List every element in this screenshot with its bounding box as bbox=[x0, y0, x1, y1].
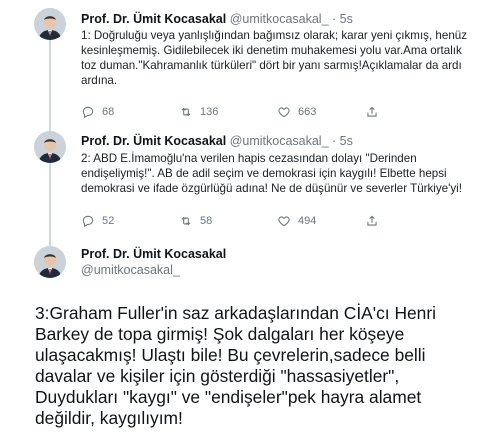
tweet-actions: 68 136 663 bbox=[81, 104, 381, 120]
heart-icon bbox=[278, 216, 290, 227]
like-button[interactable]: 494 bbox=[277, 213, 316, 229]
avatar[interactable] bbox=[34, 131, 66, 163]
separator-dot: · bbox=[332, 12, 337, 26]
tweet[interactable]: Prof. Dr. Ümit Kocasakal @umitkocasakal_… bbox=[0, 0, 500, 124]
text-line: toz duman."Kahramanlık türküleri" dört b… bbox=[81, 59, 462, 72]
text-line: 1: Doğruluğu veya yanlışlığından bağımsı… bbox=[81, 29, 468, 42]
text-line: Duydukları "kaygı" ve "endişeler"pek hay… bbox=[35, 387, 422, 407]
reply-icon bbox=[82, 215, 94, 228]
text-line: davalar ve kişiler için gösterdiği "hass… bbox=[35, 366, 400, 386]
text-line: 3:Graham Fuller'in saz arkadaşlarından C… bbox=[35, 303, 436, 323]
tweet-text: 3:Graham Fuller'in saz arkadaşlarından C… bbox=[35, 303, 495, 429]
text-line: ardına. bbox=[81, 74, 118, 87]
avatar[interactable] bbox=[34, 8, 66, 40]
share-icon bbox=[367, 106, 377, 117]
tweet-main[interactable]: Prof. Dr. Ümit Kocasakal @umitkocasakal_… bbox=[0, 234, 500, 446]
share-button[interactable] bbox=[365, 104, 379, 120]
timestamp[interactable]: 5s bbox=[340, 134, 353, 148]
separator-dot: · bbox=[332, 134, 337, 148]
reply-icon bbox=[82, 106, 94, 119]
heart-icon bbox=[278, 107, 290, 118]
reply-count: 52 bbox=[102, 215, 115, 227]
retweet-count: 58 bbox=[200, 215, 213, 227]
like-count: 663 bbox=[298, 106, 317, 118]
retweet-icon bbox=[181, 107, 191, 117]
text-line: 2: ABD E.İmamoğlu'na verilen hapis cezas… bbox=[81, 152, 417, 165]
text-line: demokrasi ve ifade özgürlüğü adına! Ne d… bbox=[81, 182, 462, 195]
like-count: 494 bbox=[298, 215, 317, 227]
tweet-header: Prof. Dr. Ümit Kocasakal @umitkocasakal_… bbox=[81, 133, 353, 149]
share-icon bbox=[367, 215, 377, 226]
author-handle[interactable]: @umitkocasakal_ bbox=[230, 134, 329, 148]
tweet-actions: 52 58 494 bbox=[81, 213, 381, 229]
retweet-button[interactable]: 136 bbox=[179, 104, 218, 120]
tweet-header: Prof. Dr. Ümit Kocasakal @umitkocasakal_… bbox=[81, 11, 353, 27]
author-handle[interactable]: @umitkocasakal_ bbox=[81, 262, 180, 278]
tweet-text: 1: Doğruluğu veya yanlışlığından bağımsı… bbox=[81, 28, 491, 88]
author-name[interactable]: Prof. Dr. Ümit Kocasakal bbox=[81, 134, 226, 148]
text-line: Barkey de topa girmiş! Şok dalgaları her… bbox=[35, 324, 405, 344]
text-line: ulaşacakmış! Ulaştı bile! Bu çevrelerin,… bbox=[35, 345, 426, 365]
author-handle[interactable]: @umitkocasakal_ bbox=[230, 12, 329, 26]
like-button[interactable]: 663 bbox=[277, 104, 316, 120]
avatar[interactable] bbox=[34, 246, 66, 278]
reply-count: 68 bbox=[102, 106, 115, 118]
retweet-icon bbox=[181, 216, 191, 226]
retweet-button[interactable]: 58 bbox=[179, 213, 212, 229]
retweet-count: 136 bbox=[200, 106, 219, 118]
share-button[interactable] bbox=[365, 213, 379, 229]
text-line: kesinleşmemiş. Gidilebilecek iki denetim… bbox=[81, 44, 462, 57]
tweet-text: 2: ABD E.İmamoğlu'na verilen hapis cezas… bbox=[81, 151, 491, 196]
timestamp[interactable]: 5s bbox=[340, 12, 353, 26]
author-name[interactable]: Prof. Dr. Ümit Kocasakal bbox=[81, 12, 226, 26]
reply-button[interactable]: 68 bbox=[81, 104, 114, 120]
reply-button[interactable]: 52 bbox=[81, 213, 114, 229]
tweet[interactable]: Prof. Dr. Ümit Kocasakal @umitkocasakal_… bbox=[0, 124, 500, 234]
text-line: değildir, kaygılıyım! bbox=[35, 408, 183, 428]
author-name[interactable]: Prof. Dr. Ümit Kocasakal bbox=[81, 246, 226, 262]
text-line: endişeliymiş!". AB de adil seçim ve demo… bbox=[81, 167, 447, 180]
